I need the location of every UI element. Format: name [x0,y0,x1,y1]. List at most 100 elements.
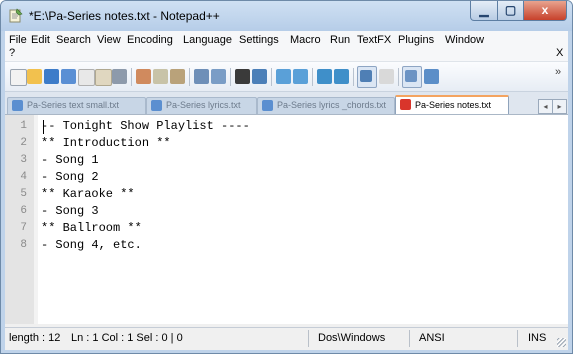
close-window-button[interactable]: x [523,1,567,21]
text-editor[interactable]: 1 2 3 4 5 6 7 8 -- Tonight Show Playlist… [5,114,568,324]
undo-icon[interactable] [194,69,209,84]
code-line[interactable]: ** Introduction ** [41,136,171,150]
saved-file-icon [151,100,162,111]
user-language-icon[interactable] [424,69,439,84]
cut-icon[interactable] [136,69,151,84]
toolbar-separator [189,68,190,86]
notepad-window: *E:\Pa-Series notes.txt - Notepad++ ▁ ▢ … [0,0,573,354]
print-icon[interactable] [112,69,127,84]
menu-macro[interactable]: Macro [290,34,321,46]
toolbar-separator [353,68,354,86]
sync-vertical-icon[interactable] [317,69,332,84]
copy-icon[interactable] [153,69,168,84]
title-bar[interactable]: *E:\Pa-Series notes.txt - Notepad++ ▁ ▢ … [1,1,572,31]
client-area: File Edit Search View Encoding Language … [5,31,568,350]
menu-help[interactable]: ? [9,47,15,59]
indent-guide-icon[interactable] [402,66,422,88]
line-number: 8 [20,239,27,251]
code-line[interactable]: - Song 4, etc. [41,238,142,252]
status-length: length : 12 [9,332,61,344]
redo-icon[interactable] [211,69,226,84]
menu-settings[interactable]: Settings [239,34,279,46]
word-wrap-icon[interactable] [357,66,377,88]
menu-run[interactable]: Run [330,34,350,46]
status-eol: Dos\Windows [318,332,386,344]
status-insert-mode: INS [528,332,547,344]
fold-margin[interactable] [34,115,38,324]
saved-file-icon [262,100,273,111]
code-line[interactable]: - Song 2 [41,170,99,184]
tab-pa-series-text-small[interactable]: Pa-Series text small.txt [7,97,146,114]
menu-encoding[interactable]: Encoding [127,34,173,46]
menu-window[interactable]: Window [445,34,484,46]
text-caret [43,120,44,134]
toolbar-separator [230,68,231,86]
open-file-icon[interactable] [27,69,42,84]
menu-language[interactable]: Language [183,34,232,46]
new-file-icon[interactable] [10,69,27,86]
replace-icon[interactable] [252,69,267,84]
line-number: 3 [20,154,27,166]
toolbar-separator [312,68,313,86]
resize-grip-icon[interactable] [557,338,566,347]
line-number: 2 [20,137,27,149]
tab-pa-series-lyrics-chords[interactable]: Pa-Series lyrics _chords.txt [257,97,395,114]
status-encoding: ANSI [419,332,445,344]
find-icon[interactable] [235,69,250,84]
toolbar-separator [131,68,132,86]
tab-pa-series-lyrics[interactable]: Pa-Series lyrics.txt [146,97,257,114]
line-number: 6 [20,205,27,217]
tab-scroll-right-icon[interactable]: ▸ [552,99,567,114]
save-icon[interactable] [44,69,59,84]
maximize-icon: ▢ [504,3,517,17]
saved-file-icon [12,100,23,111]
tab-label: Pa-Series notes.txt [415,100,492,110]
tab-label: Pa-Series text small.txt [27,100,120,110]
show-all-chars-icon[interactable] [379,69,394,84]
tab-pa-series-notes[interactable]: Pa-Series notes.txt [395,95,509,116]
line-number: 7 [20,222,27,234]
sync-horizontal-icon[interactable] [334,69,349,84]
menu-view[interactable]: View [97,34,121,46]
close-document-button[interactable]: X [556,47,563,59]
zoom-in-icon[interactable] [276,69,291,84]
menu-textfx[interactable]: TextFX [357,34,391,46]
zoom-out-icon[interactable] [293,69,308,84]
line-number: 1 [20,120,27,132]
close-icon[interactable] [78,69,95,86]
tab-scroll-left-icon[interactable]: ◂ [538,99,553,114]
status-divider [308,330,309,347]
tab-bar: Pa-Series text small.txt Pa-Series lyric… [5,91,568,116]
menu-plugins[interactable]: Plugins [398,34,434,46]
code-line[interactable]: -- Tonight Show Playlist ---- [41,119,250,133]
menu-search[interactable]: Search [56,34,91,46]
maximize-button[interactable]: ▢ [497,1,524,21]
notepad-app-icon[interactable] [8,8,23,23]
code-line[interactable]: ** Ballroom ** [41,221,142,235]
save-all-icon[interactable] [61,69,76,84]
tab-label: Pa-Series lyrics _chords.txt [277,100,387,110]
menu-edit[interactable]: Edit [31,34,50,46]
unsaved-file-icon [400,99,411,110]
status-bar: length : 12 Ln : 1 Col : 1 Sel : 0 | 0 D… [5,327,568,350]
tab-label: Pa-Series lyrics.txt [166,100,241,110]
line-number-gutter: 1 2 3 4 5 6 7 8 [5,115,34,324]
close-all-icon[interactable] [95,69,112,86]
status-divider [517,330,518,347]
menu-file[interactable]: File [9,34,27,46]
minimize-icon: ▁ [479,3,489,17]
close-window-icon: x [541,3,549,17]
code-line[interactable]: - Song 1 [41,153,99,167]
toolbar-separator [271,68,272,86]
paste-icon[interactable] [170,69,185,84]
code-line[interactable]: ** Karaoke ** [41,187,135,201]
menu-bar: File Edit Search View Encoding Language … [5,31,568,61]
status-position: Ln : 1 Col : 1 Sel : 0 | 0 [71,332,183,344]
code-line[interactable]: - Song 3 [41,204,99,218]
line-number: 5 [20,188,27,200]
minimize-button[interactable]: ▁ [470,1,498,21]
toolbar: » [5,61,568,92]
line-number: 4 [20,171,27,183]
status-divider [409,330,410,347]
toolbar-overflow-icon[interactable]: » [555,66,561,78]
